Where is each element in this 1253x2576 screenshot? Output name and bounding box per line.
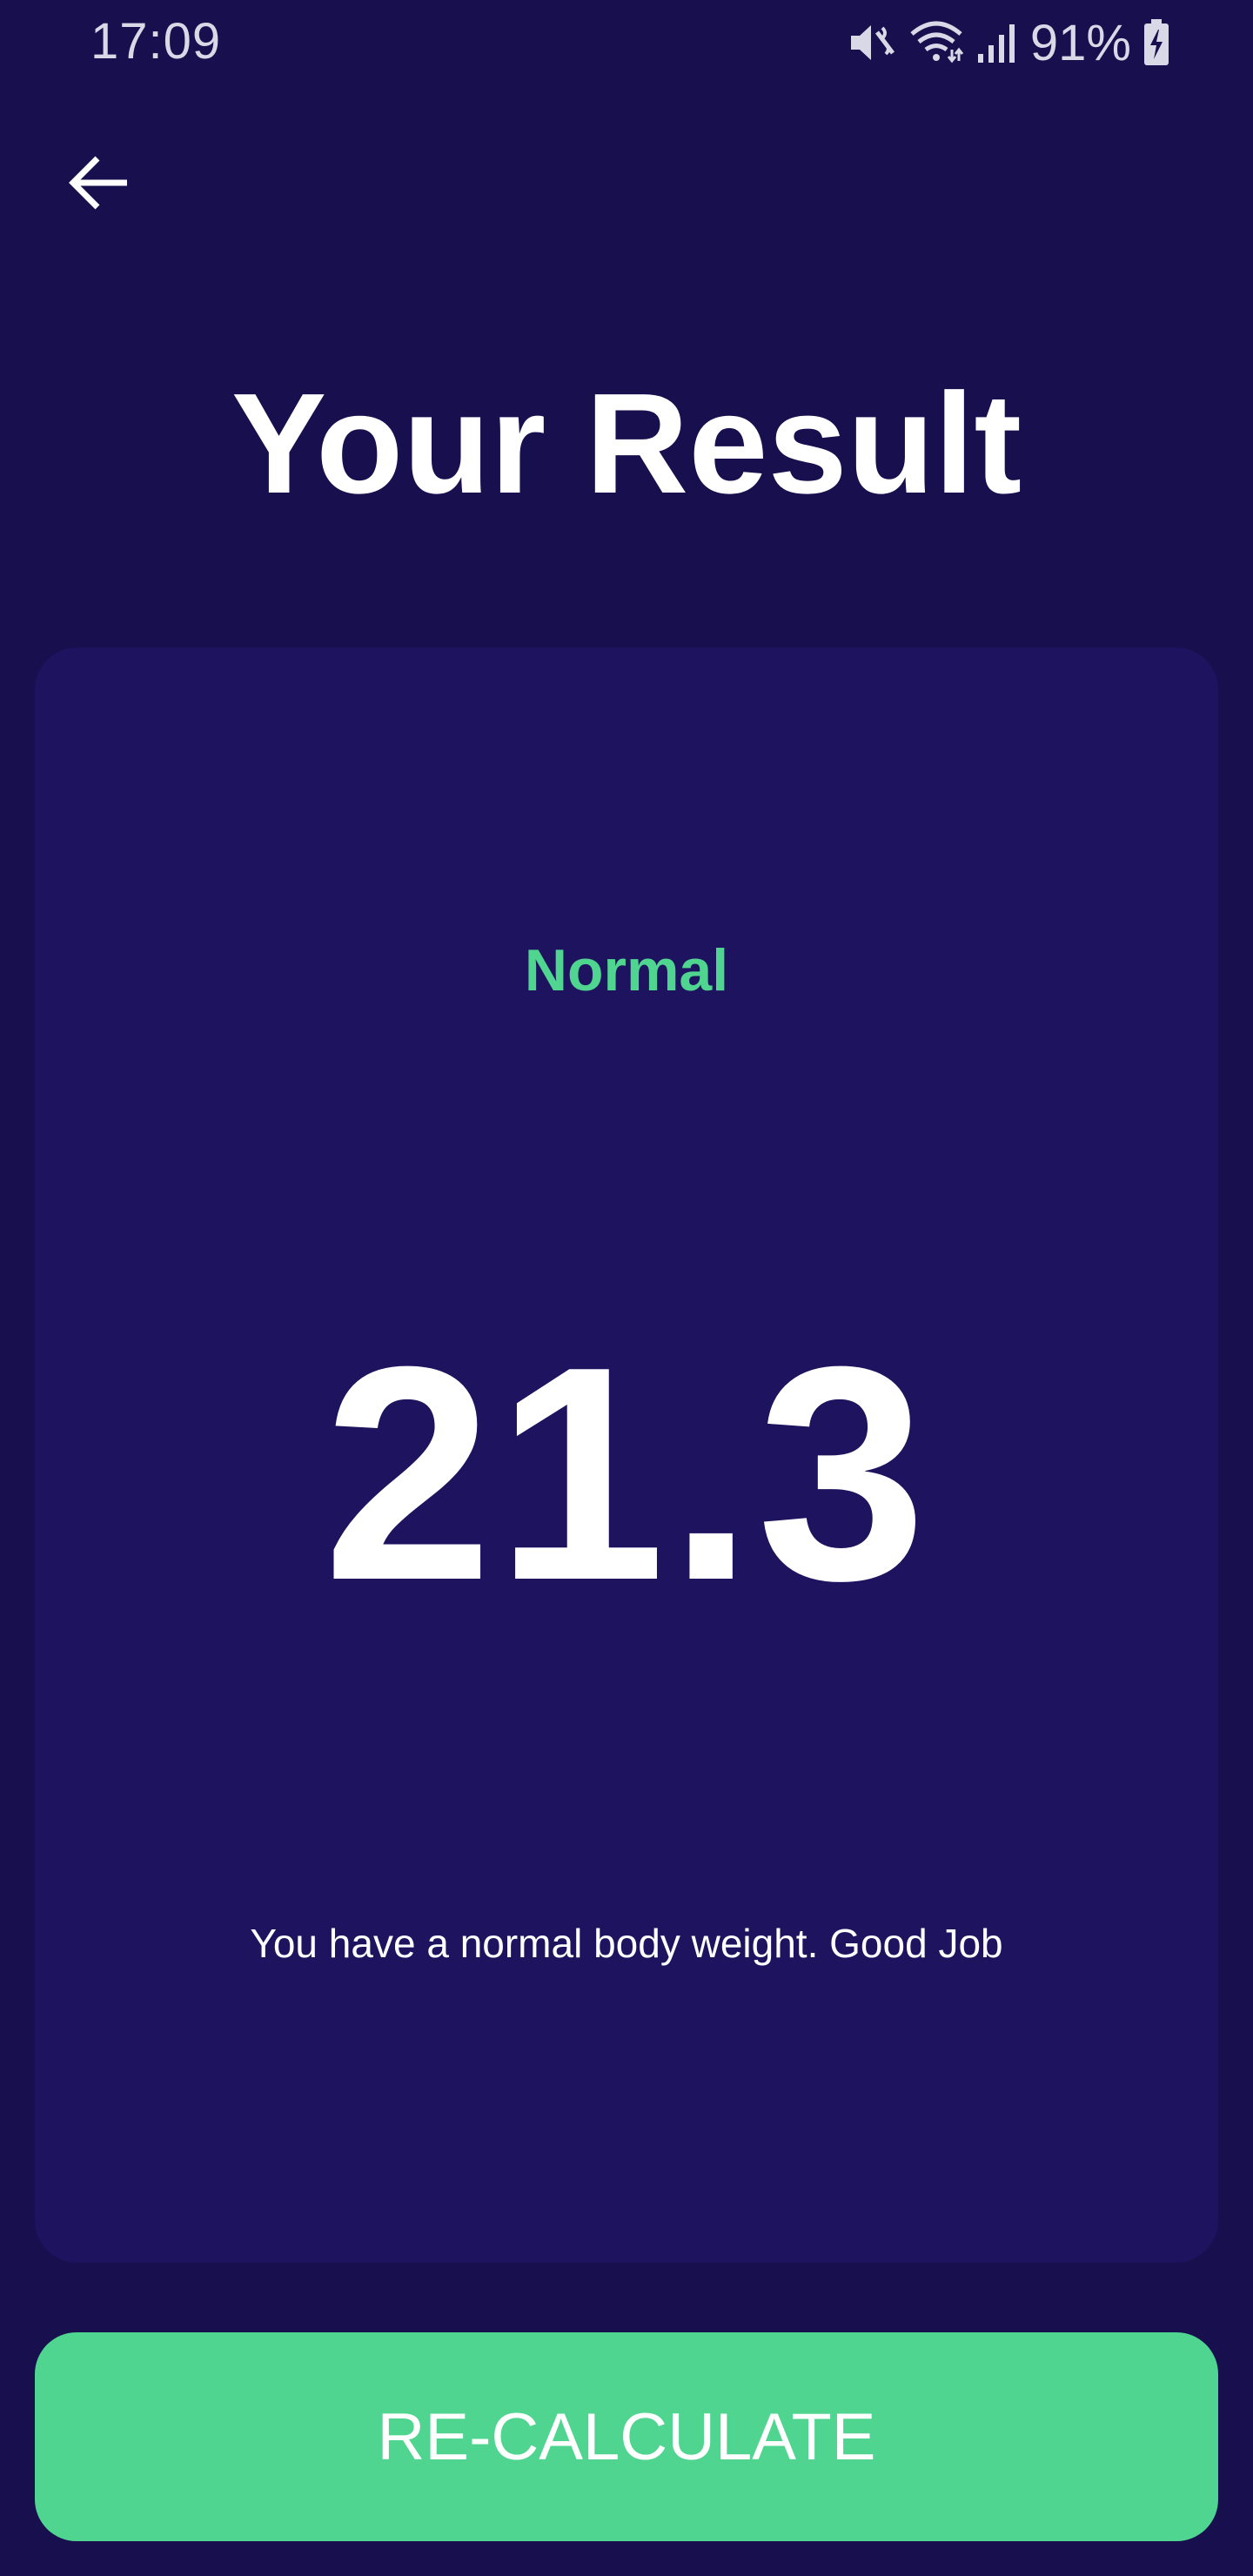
bmi-value: 21.3 — [323, 1304, 930, 1644]
status-bar: 17:09 91% — [0, 0, 1253, 84]
result-message: You have a normal body weight. Good Job — [250, 1921, 1003, 1966]
result-category: Normal — [524, 937, 729, 1003]
signal-icon — [976, 21, 1018, 64]
mute-icon — [848, 21, 896, 64]
wifi-icon — [908, 20, 964, 65]
page-title: Your Result — [231, 364, 1022, 523]
battery-charging-icon — [1143, 19, 1169, 66]
status-icons: 91% — [848, 12, 1169, 73]
back-button[interactable] — [59, 144, 139, 225]
result-card: Normal 21.3 You have a normal body weigh… — [35, 647, 1218, 2263]
recalculate-button[interactable]: RE-CALCULATE — [35, 2332, 1218, 2541]
status-time: 17:09 — [90, 13, 222, 70]
battery-percent: 91% — [1029, 14, 1131, 71]
arrow-left-icon — [68, 155, 131, 215]
